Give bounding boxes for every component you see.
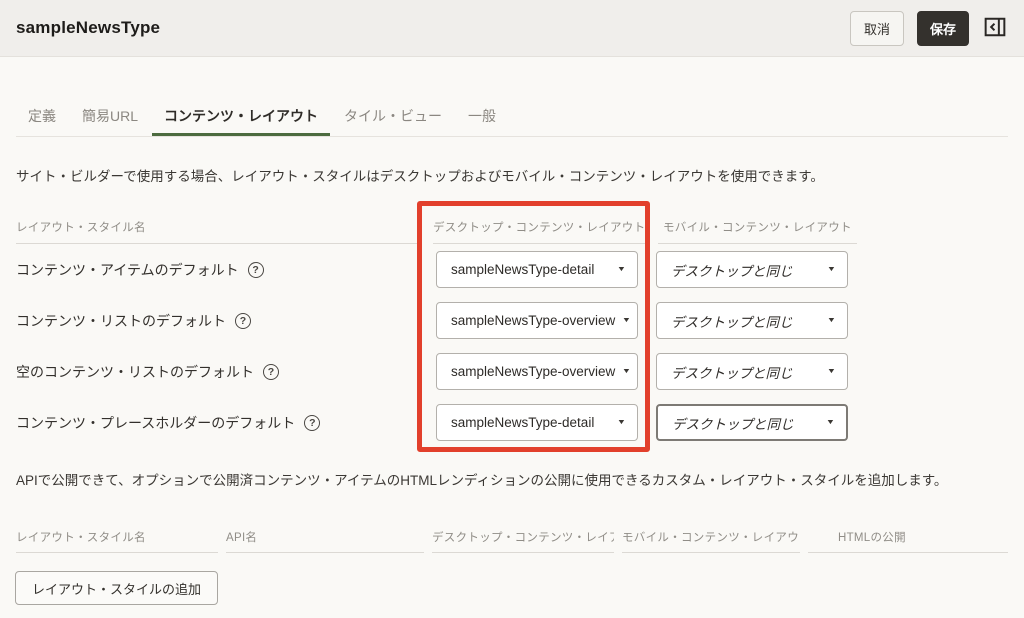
tab-definition[interactable]: 定義 bbox=[16, 97, 68, 136]
selected-value: sampleNewsType-overview bbox=[451, 364, 615, 379]
selected-value: sampleNewsType-detail bbox=[451, 262, 594, 277]
row-label: 空のコンテンツ・リストのデフォルト ? bbox=[16, 362, 436, 382]
column-header-mobile-layout: モバイル・コンテンツ・レイアウト bbox=[622, 529, 800, 553]
panel-collapse-icon bbox=[984, 16, 1006, 41]
column-header-desktop-layout: デスクトップ・コンテンツ・レイアウト bbox=[433, 219, 645, 244]
desktop-layout-select[interactable]: sampleNewsType-overview ▼ bbox=[436, 353, 638, 390]
page-title: sampleNewsType bbox=[16, 18, 160, 38]
table-row-content-item-default: コンテンツ・アイテムのデフォルト ? sampleNewsType-detail… bbox=[0, 244, 1024, 295]
caret-down-icon: ▼ bbox=[617, 419, 626, 426]
selected-value: sampleNewsType-overview bbox=[451, 313, 615, 328]
tab-tile-view[interactable]: タイル・ビュー bbox=[332, 97, 454, 136]
tab-bar: 定義 簡易URL コンテンツ・レイアウト タイル・ビュー 一般 bbox=[16, 97, 1008, 137]
caret-down-icon: ▼ bbox=[622, 317, 631, 324]
selected-value: デスクトップと同じ bbox=[671, 311, 793, 331]
column-header-style-name: レイアウト・スタイル名 bbox=[16, 529, 218, 553]
cancel-button[interactable]: 取消 bbox=[850, 11, 904, 46]
custom-table-header: レイアウト・スタイル名 API名 デスクトップ・コンテンツ・レイアウト モバイル… bbox=[16, 529, 1024, 553]
mobile-layout-select[interactable]: デスクトップと同じ ▼ bbox=[656, 302, 848, 339]
defaults-table-header: レイアウト・スタイル名 デスクトップ・コンテンツ・レイアウト モバイル・コンテン… bbox=[16, 219, 1024, 244]
row-label-text: コンテンツ・アイテムのデフォルト bbox=[16, 260, 239, 280]
defaults-description: サイト・ビルダーで使用する場合、レイアウト・スタイルはデスクトップおよびモバイル… bbox=[16, 168, 1008, 186]
selected-value: sampleNewsType-detail bbox=[451, 415, 594, 430]
caret-down-icon: ▼ bbox=[622, 368, 631, 375]
help-icon[interactable]: ? bbox=[263, 364, 279, 380]
column-header-api-name: API名 bbox=[226, 529, 424, 553]
save-button[interactable]: 保存 bbox=[917, 11, 969, 46]
row-label-text: コンテンツ・リストのデフォルト bbox=[16, 311, 226, 331]
tab-general[interactable]: 一般 bbox=[456, 97, 508, 136]
row-label-text: 空のコンテンツ・リストのデフォルト bbox=[16, 362, 254, 382]
help-icon[interactable]: ? bbox=[235, 313, 251, 329]
row-label: コンテンツ・リストのデフォルト ? bbox=[16, 311, 436, 331]
mobile-layout-select[interactable]: デスクトップと同じ ▼ bbox=[656, 404, 848, 441]
caret-down-icon: ▼ bbox=[617, 266, 626, 273]
table-row-empty-content-list-default: 空のコンテンツ・リストのデフォルト ? sampleNewsType-overv… bbox=[0, 346, 1024, 397]
desktop-layout-select[interactable]: sampleNewsType-detail ▼ bbox=[436, 251, 638, 288]
custom-styles-description: APIで公開できて、オプションで公開済コンテンツ・アイテムのHTMLレンディショ… bbox=[16, 472, 1008, 490]
selected-value: デスクトップと同じ bbox=[671, 362, 793, 382]
desktop-layout-select[interactable]: sampleNewsType-detail ▼ bbox=[436, 404, 638, 441]
caret-down-icon: ▼ bbox=[827, 266, 836, 273]
row-label: コンテンツ・アイテムのデフォルト ? bbox=[16, 260, 436, 280]
desktop-layout-select[interactable]: sampleNewsType-overview ▼ bbox=[436, 302, 638, 339]
add-layout-style-button[interactable]: レイアウト・スタイルの追加 bbox=[15, 571, 218, 605]
mobile-layout-select[interactable]: デスクトップと同じ ▼ bbox=[656, 353, 848, 390]
help-icon[interactable]: ? bbox=[248, 262, 264, 278]
mobile-layout-select[interactable]: デスクトップと同じ ▼ bbox=[656, 251, 848, 288]
header-actions: 取消 保存 bbox=[850, 11, 1008, 46]
help-icon[interactable]: ? bbox=[304, 415, 320, 431]
column-header-mobile-layout: モバイル・コンテンツ・レイアウト bbox=[658, 219, 857, 244]
tab-bar-wrap: 定義 簡易URL コンテンツ・レイアウト タイル・ビュー 一般 bbox=[0, 57, 1024, 137]
selected-value: デスクトップと同じ bbox=[672, 413, 794, 433]
selected-value: デスクトップと同じ bbox=[671, 260, 793, 280]
content-type-editor: sampleNewsType 取消 保存 定義 簡易URL コンテンツ・レイアウ… bbox=[0, 0, 1024, 618]
caret-down-icon: ▼ bbox=[826, 419, 835, 426]
column-header-style-name: レイアウト・スタイル名 bbox=[16, 219, 420, 244]
caret-down-icon: ▼ bbox=[827, 317, 836, 324]
app-header: sampleNewsType 取消 保存 bbox=[0, 0, 1024, 57]
tab-simple-url[interactable]: 簡易URL bbox=[70, 97, 150, 136]
row-label-text: コンテンツ・プレースホルダーのデフォルト bbox=[16, 413, 295, 433]
table-row-content-placeholder-default: コンテンツ・プレースホルダーのデフォルト ? sampleNewsType-de… bbox=[0, 397, 1024, 448]
table-row-content-list-default: コンテンツ・リストのデフォルト ? sampleNewsType-overvie… bbox=[0, 295, 1024, 346]
caret-down-icon: ▼ bbox=[827, 368, 836, 375]
tab-content-layout[interactable]: コンテンツ・レイアウト bbox=[152, 97, 330, 136]
collapse-panel-button[interactable] bbox=[982, 14, 1008, 43]
row-label: コンテンツ・プレースホルダーのデフォルト ? bbox=[16, 413, 436, 433]
column-header-desktop-layout: デスクトップ・コンテンツ・レイアウト bbox=[432, 529, 614, 553]
column-header-html-publish: HTMLの公開 bbox=[808, 529, 1008, 553]
